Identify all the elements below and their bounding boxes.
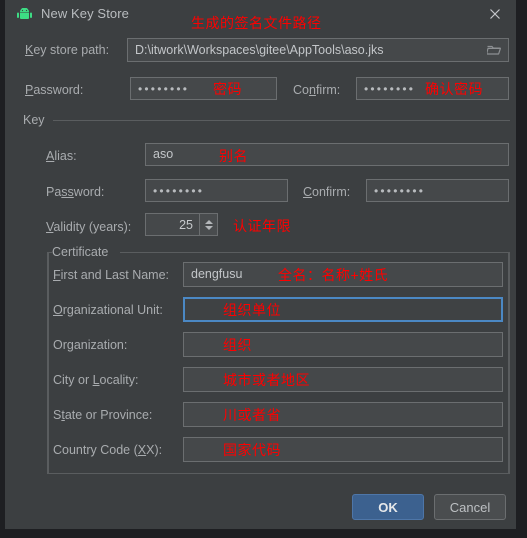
spinner-arrows[interactable]	[199, 214, 217, 235]
ok-button[interactable]: OK	[352, 494, 424, 520]
annotation-keystore-path: 生成的签名文件路径	[191, 15, 322, 31]
certificate-row-annotation: 城市或者地区	[223, 372, 310, 388]
keystore-password-label: Password:	[25, 83, 84, 97]
keystore-password-input[interactable]: ••••••••	[130, 77, 277, 100]
key-confirm-label: Confirm:	[303, 185, 351, 199]
key-alias-input[interactable]: aso	[145, 143, 509, 166]
annotation-keystore-confirm: 确认密码	[425, 81, 483, 97]
certificate-group-title: Certificate	[48, 245, 113, 259]
key-validity-label: Validity (years):	[46, 220, 132, 234]
keystore-path-input[interactable]: D:\itwork\Workspaces\gitee\AppTools\aso.…	[127, 38, 509, 62]
certificate-group-border-right	[508, 252, 510, 474]
certificate-row-annotation: 川或者省	[223, 407, 281, 423]
annotation-key-alias: 别名	[219, 148, 248, 164]
close-icon[interactable]	[488, 7, 502, 21]
cancel-button[interactable]: Cancel	[434, 494, 506, 520]
keystore-confirm-label: Confirm:	[293, 83, 341, 97]
certificate-row-annotation: 组织	[223, 337, 252, 353]
certificate-row-annotation: 全名：名称+姓氏	[278, 267, 389, 283]
key-group-title: Key	[19, 113, 49, 127]
key-password-value: ••••••••	[153, 183, 205, 198]
annotation-key-validity: 认证年限	[233, 218, 291, 234]
new-key-store-dialog: New Key Store 生成的签名文件路径 Key store path: …	[5, 0, 516, 529]
key-confirm-input[interactable]: ••••••••	[366, 179, 509, 202]
certificate-row-label: Organizational Unit:	[53, 303, 163, 317]
certificate-row-label: First and Last Name:	[53, 268, 170, 282]
certificate-row-label: Organization:	[53, 338, 128, 352]
certificate-row-annotation: 国家代码	[223, 442, 281, 458]
certificate-group-border-top-right	[120, 252, 510, 253]
certificate-row-label: Country Code (XX):	[53, 443, 163, 457]
keystore-password-value: ••••••••	[138, 81, 190, 96]
key-confirm-value: ••••••••	[374, 183, 426, 198]
folder-open-icon[interactable]	[485, 44, 501, 56]
key-alias-label: Alias:	[46, 149, 77, 163]
certificate-group-border-bottom	[47, 473, 510, 474]
certificate-group-border-top-left	[47, 252, 53, 253]
annotation-keystore-password: 密码	[213, 81, 242, 97]
key-password-label: Password:	[46, 185, 105, 199]
chevron-down-icon[interactable]	[204, 225, 213, 230]
window-title: New Key Store	[41, 6, 130, 21]
certificate-row-label: State or Province:	[53, 408, 153, 422]
key-group-divider	[53, 120, 510, 121]
keystore-confirm-value: ••••••••	[364, 81, 416, 96]
certificate-row-value: dengfusu	[191, 267, 243, 282]
certificate-row-label: City or Locality:	[53, 373, 139, 387]
keystore-path-label: Key store path:	[25, 43, 110, 57]
key-validity-value: 25	[179, 217, 193, 232]
key-alias-value: aso	[153, 147, 174, 162]
certificate-group-border-left	[47, 252, 49, 474]
chevron-up-icon[interactable]	[204, 219, 213, 224]
certificate-row-annotation: 组织单位	[223, 302, 281, 318]
keystore-path-value: D:\itwork\Workspaces\gitee\AppTools\aso.…	[135, 42, 384, 57]
key-password-input[interactable]: ••••••••	[145, 179, 288, 202]
android-robot-icon	[17, 7, 32, 21]
key-validity-spinner[interactable]: 25	[145, 213, 218, 236]
